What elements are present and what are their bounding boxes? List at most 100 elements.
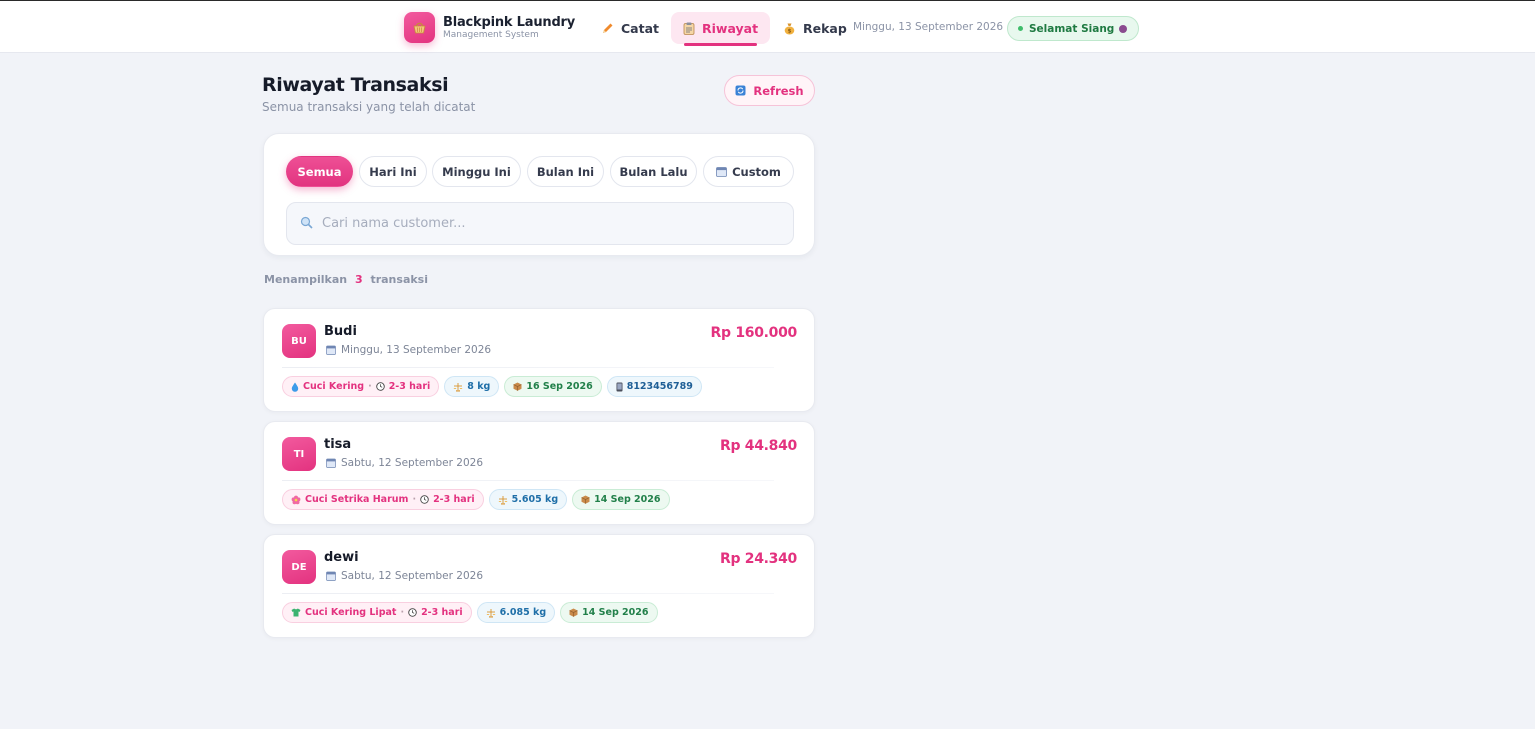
page-subtitle: Semua transaksi yang telah dicatat xyxy=(262,100,476,114)
weight-value: 8 kg xyxy=(467,381,491,392)
filter-card: Semua Hari Ini Minggu Ini Bulan Ini Bula… xyxy=(263,133,815,256)
nav-catat[interactable]: Catat xyxy=(589,12,671,44)
filter-chip-bulan-lalu[interactable]: Bulan Lalu xyxy=(610,156,697,187)
brand-subtitle: Management System xyxy=(443,30,539,40)
weight-value: 5.605 kg xyxy=(511,494,559,505)
flower-icon xyxy=(291,495,301,505)
search-box[interactable] xyxy=(286,202,794,245)
transaction-card[interactable]: DE dewi Sabtu, 12 September 2026 Rp 24.3… xyxy=(263,534,815,638)
clipboard-icon xyxy=(683,22,695,35)
pickup-date: 14 Sep 2026 xyxy=(594,494,661,505)
transaction-date: Sabtu, 12 September 2026 xyxy=(326,570,483,582)
clock-icon xyxy=(420,495,429,504)
service-duration: 2-3 hari xyxy=(421,607,463,618)
pickup-date-tag: 14 Sep 2026 xyxy=(572,489,670,510)
pickup-date-tag: 14 Sep 2026 xyxy=(560,602,658,623)
transaction-date-text: Sabtu, 12 September 2026 xyxy=(341,457,484,469)
basket-icon xyxy=(404,12,435,43)
nav-catat-label: Catat xyxy=(621,20,659,36)
service-tag: Cuci Kering · 2-3 hari xyxy=(282,376,440,397)
service-name: Cuci Kering Lipat xyxy=(305,607,397,618)
phone-number: 8123456789 xyxy=(626,381,693,392)
page-title: Riwayat Transaksi xyxy=(262,74,449,96)
service-tag: Cuci Kering Lipat · 2-3 hari xyxy=(282,602,472,623)
transaction-amount: Rp 44.840 xyxy=(719,438,797,454)
customer-name: dewi xyxy=(324,550,359,565)
scale-icon xyxy=(453,382,463,392)
clock-icon xyxy=(408,608,417,617)
refresh-button[interactable]: Refresh xyxy=(724,75,815,106)
filter-chip-label: Bulan Ini xyxy=(536,164,595,179)
pencil-icon xyxy=(601,22,614,35)
calendar-icon xyxy=(326,458,336,468)
filter-chip-custom[interactable]: Custom xyxy=(703,156,794,187)
clock-icon xyxy=(375,382,385,391)
search-icon xyxy=(300,214,313,233)
transaction-card[interactable]: BU Budi Minggu, 13 September 2026 Rp 160… xyxy=(263,308,815,412)
customer-name: Budi xyxy=(324,324,357,339)
service-tag: Cuci Setrika Harum · 2-3 hari xyxy=(282,489,484,510)
transaction-date-text: Sabtu, 12 September 2026 xyxy=(341,570,484,582)
money-bag-icon: $ xyxy=(783,22,796,35)
avatar: TI xyxy=(282,437,316,471)
refresh-icon xyxy=(735,85,746,96)
filter-chip-label: Minggu Ini xyxy=(442,164,511,179)
weight-tag: 5.605 kg xyxy=(488,489,568,510)
calendar-icon xyxy=(326,571,336,581)
greeting-badge: Selamat Siang xyxy=(1007,16,1140,41)
filter-chip-hari-ini[interactable]: Hari Ini xyxy=(359,156,427,187)
refresh-label: Refresh xyxy=(753,83,804,98)
brand[interactable]: Blackpink Laundry Management System xyxy=(404,12,575,43)
filter-chip-semua[interactable]: Semua xyxy=(286,156,353,187)
result-count: Menampilkan 3 transaksi xyxy=(264,273,428,286)
top-header: Blackpink Laundry Management System Cata… xyxy=(0,1,1535,53)
greeting-text: Selamat Siang xyxy=(1029,22,1115,35)
transaction-date: Sabtu, 12 September 2026 xyxy=(326,457,483,469)
transaction-tags: Cuci Kering Lipat · 2-3 hari 6.085 kg 14… xyxy=(282,602,663,623)
filter-chip-label: Custom xyxy=(732,164,781,179)
avatar: BU xyxy=(282,324,316,358)
filter-chip-minggu-ini[interactable]: Minggu Ini xyxy=(432,156,521,187)
transaction-date-text: Minggu, 13 September 2026 xyxy=(341,344,492,356)
weight-tag: 8 kg xyxy=(444,376,500,397)
package-icon xyxy=(569,608,578,617)
nav-riwayat[interactable]: Riwayat xyxy=(671,12,771,46)
service-duration: 2-3 hari xyxy=(433,494,475,505)
nav-riwayat-label: Riwayat xyxy=(702,20,759,36)
calendar-icon xyxy=(716,166,727,177)
status-dot-icon xyxy=(1018,26,1023,31)
phone-icon xyxy=(616,382,623,392)
divider xyxy=(282,593,774,594)
result-count-suffix: transaksi xyxy=(370,273,428,286)
filter-chip-label: Bulan Lalu xyxy=(619,164,688,179)
search-input[interactable] xyxy=(322,216,762,231)
transaction-tags: Cuci Setrika Harum · 2-3 hari 5.605 kg 1… xyxy=(282,489,675,510)
result-count-prefix: Menampilkan xyxy=(264,273,348,286)
service-duration: 2-3 hari xyxy=(388,381,431,392)
phone-tag[interactable]: 8123456789 xyxy=(606,376,702,397)
scale-icon xyxy=(486,608,496,618)
avatar: DE xyxy=(282,550,316,584)
filter-chip-label: Semua xyxy=(297,164,342,179)
pickup-date: 14 Sep 2026 xyxy=(582,607,649,618)
service-name: Cuci Kering xyxy=(303,381,365,392)
brand-title: Blackpink Laundry xyxy=(443,15,576,30)
service-name: Cuci Setrika Harum xyxy=(305,494,409,505)
transaction-card[interactable]: TI tisa Sabtu, 12 September 2026 Rp 44.8… xyxy=(263,421,815,525)
filter-chip-bulan-ini[interactable]: Bulan Ini xyxy=(527,156,604,187)
weight-value: 6.085 kg xyxy=(499,607,547,618)
nav-rekap-label: Rekap xyxy=(803,20,847,36)
transaction-date: Minggu, 13 September 2026 xyxy=(326,344,491,356)
customer-name: tisa xyxy=(324,437,352,452)
orb-icon xyxy=(1119,24,1128,33)
shirt-icon xyxy=(291,608,301,617)
divider xyxy=(282,367,774,368)
filter-chip-label: Hari Ini xyxy=(369,164,417,179)
transaction-tags: Cuci Kering · 2-3 hari 8 kg 16 Sep 2026 … xyxy=(282,376,707,397)
water-drop-icon xyxy=(291,382,299,392)
divider xyxy=(282,480,774,481)
transaction-amount: Rp 24.340 xyxy=(719,551,797,567)
nav-rekap[interactable]: $ Rekap xyxy=(771,12,859,44)
scale-icon xyxy=(498,495,508,505)
calendar-icon xyxy=(326,345,336,355)
